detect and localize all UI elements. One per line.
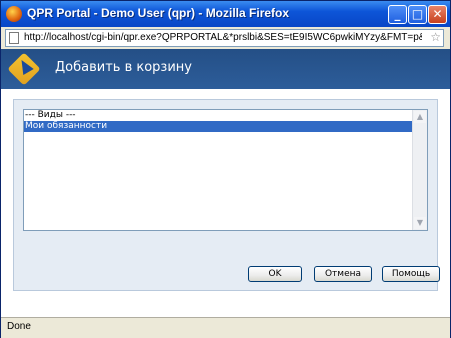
bookmark-star-icon[interactable]: ☆	[430, 30, 441, 45]
browser-window: QPR Portal - Demo User (qpr) - Mozilla F…	[0, 0, 451, 338]
status-text: Done	[7, 321, 31, 332]
scroll-down-icon[interactable]: ▼	[414, 217, 426, 229]
list-item[interactable]: --- Виды ---	[24, 110, 427, 121]
dialog-title: Добавить в корзину	[55, 60, 192, 75]
scroll-up-icon[interactable]: ▲	[414, 111, 426, 123]
list-item-selected[interactable]: Мои обязанности	[24, 121, 427, 132]
window-title: QPR Portal - Demo User (qpr) - Mozilla F…	[27, 6, 290, 20]
title-bar: QPR Portal - Demo User (qpr) - Mozilla F…	[1, 1, 450, 27]
minimize-button[interactable]: _	[388, 5, 407, 24]
maximize-button[interactable]: □	[408, 5, 427, 24]
dialog-header: Добавить в корзину	[1, 49, 450, 89]
page-content: Добавить в корзину --- Виды --- Мои обяз…	[1, 49, 450, 317]
ok-button[interactable]: OK	[248, 266, 302, 282]
firefox-icon	[6, 6, 22, 22]
help-button[interactable]: Помощь	[382, 266, 440, 282]
url-field[interactable]: http://localhost/cgi-bin/qpr.exe?QPRPORT…	[5, 29, 444, 47]
vertical-scrollbar[interactable]: ▲ ▼	[412, 110, 427, 230]
list-panel: --- Виды --- Мои обязанности ▲ ▼	[13, 99, 438, 291]
status-bar: Done	[1, 317, 450, 338]
address-bar: http://localhost/cgi-bin/qpr.exe?QPRPORT…	[1, 27, 450, 49]
basket-listbox[interactable]: --- Виды --- Мои обязанности ▲ ▼	[23, 109, 428, 231]
url-text[interactable]: http://localhost/cgi-bin/qpr.exe?QPRPORT…	[24, 31, 422, 45]
cancel-button[interactable]: Отмена	[314, 266, 372, 282]
page-icon	[9, 32, 19, 44]
close-button[interactable]: ✕	[428, 5, 447, 24]
